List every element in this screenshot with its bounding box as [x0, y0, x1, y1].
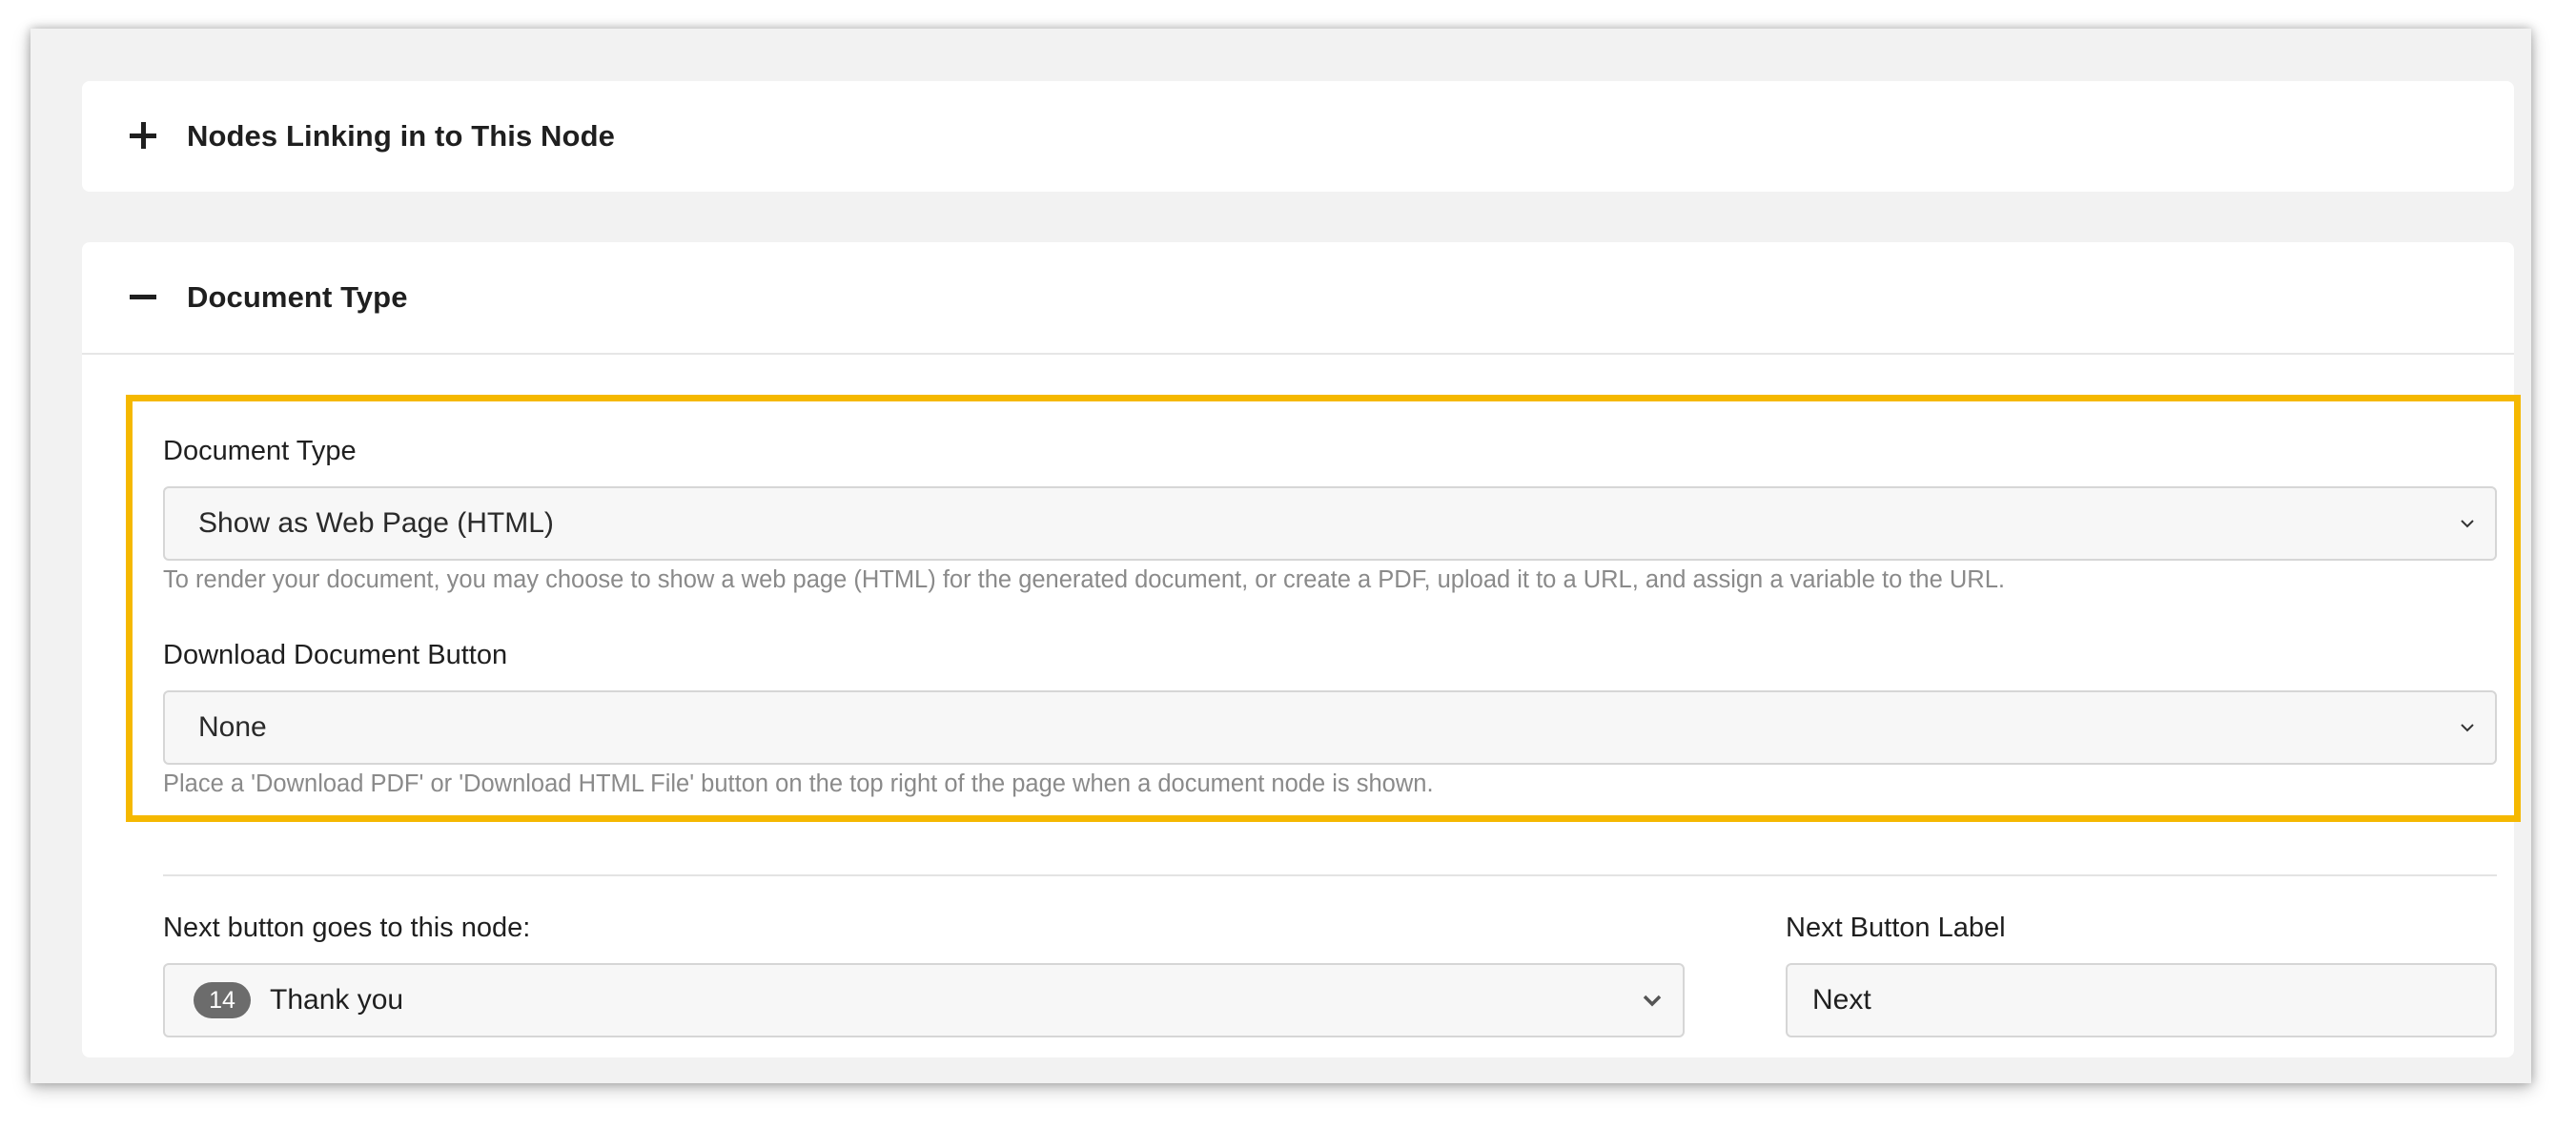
chevron-down-icon	[2461, 520, 2474, 528]
minus-icon[interactable]	[130, 278, 187, 317]
next-node-selected-value: Thank you	[270, 984, 404, 1016]
next-node-select[interactable]: 14 Thank you	[163, 963, 1685, 1037]
download-button-label: Download Document Button	[163, 640, 508, 670]
node-editor-window: Nodes Linking in to This Node Document T…	[31, 29, 2531, 1083]
next-node-label: Next button goes to this node:	[163, 913, 531, 943]
document-type-help: To render your document, you may choose …	[163, 566, 2005, 593]
document-type-selected-value: Show as Web Page (HTML)	[198, 507, 554, 539]
document-type-panel: Document Type Document Type Show as Web …	[82, 242, 2521, 1057]
nodes-linking-title: Nodes Linking in to This Node	[187, 119, 615, 153]
download-button-selected-value: None	[198, 711, 267, 743]
chevron-down-icon	[2461, 724, 2474, 732]
nodes-linking-panel: Nodes Linking in to This Node	[82, 81, 2514, 192]
plus-icon[interactable]	[130, 117, 187, 155]
document-type-select[interactable]: Show as Web Page (HTML)	[163, 486, 2497, 561]
document-type-header[interactable]: Document Type	[82, 242, 2514, 355]
download-button-select[interactable]: None	[163, 690, 2497, 765]
document-type-label: Document Type	[163, 436, 357, 466]
chevron-down-icon	[1643, 995, 1662, 1007]
download-button-help: Place a 'Download PDF' or 'Download HTML…	[163, 770, 1434, 797]
node-number-badge: 14	[194, 982, 251, 1018]
document-type-section-title: Document Type	[187, 280, 408, 314]
divider	[163, 874, 2497, 876]
next-button-label-title: Next Button Label	[1786, 913, 2006, 943]
next-button-label-input[interactable]	[1786, 963, 2497, 1037]
nodes-linking-header[interactable]: Nodes Linking in to This Node	[82, 81, 2514, 192]
